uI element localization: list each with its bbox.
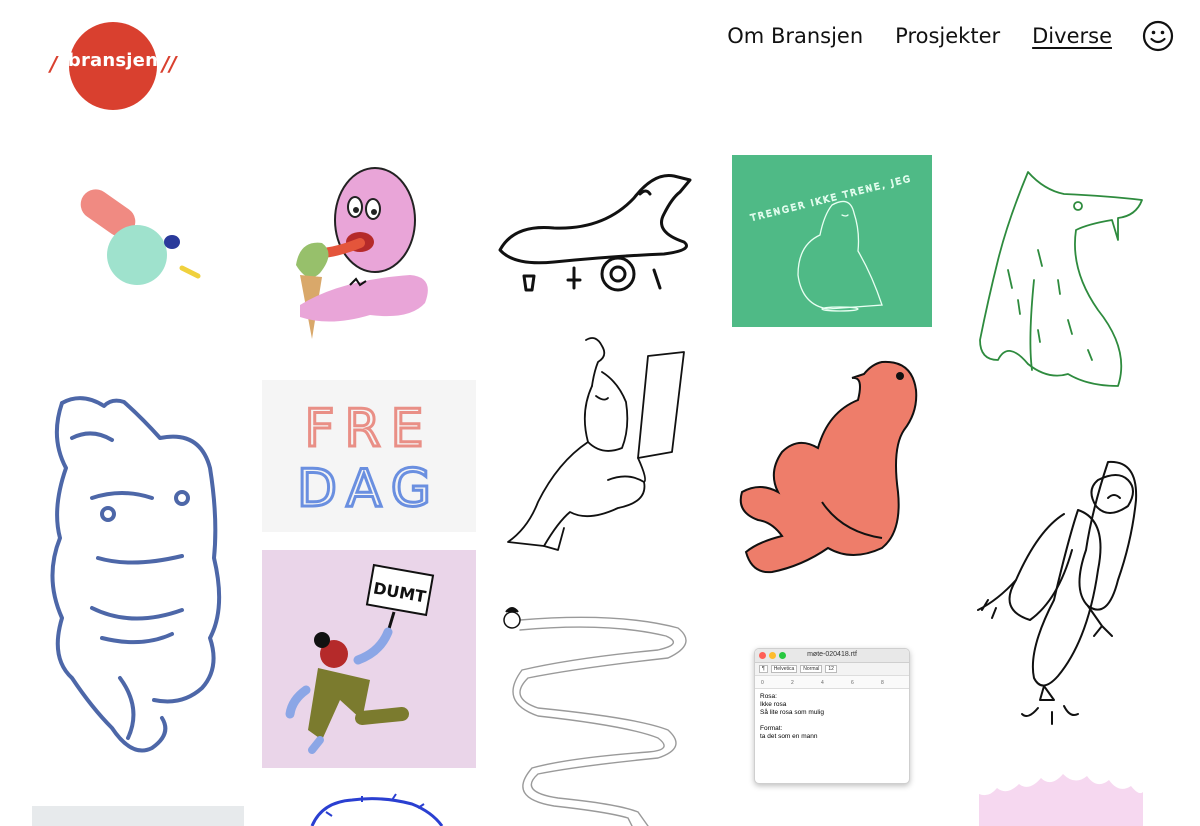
document-line: Format: — [760, 725, 783, 732]
font-size-select[interactable]: 12 — [825, 665, 837, 673]
green-card-illustration: TRENGER IKKE TRENE, JEG — [748, 174, 914, 312]
pink-head-icecream-illustration — [296, 167, 428, 339]
green-creature-sketch — [979, 171, 1143, 387]
logo-text: bransjen — [67, 50, 159, 71]
nav-prosjekter[interactable]: Prosjekter — [895, 24, 1000, 48]
document-line: Rosa: — [760, 693, 777, 700]
gallery-item-seal[interactable] — [494, 158, 708, 308]
pink-blob-shape — [979, 774, 1143, 826]
text-ruler: 0 2 4 6 8 — [755, 676, 909, 689]
document-line: ta det som en mann — [760, 733, 818, 740]
dumt-sign-illustration: DUMT — [285, 563, 435, 754]
document-line: Ikke rosa — [760, 701, 787, 708]
seal-sketch — [498, 173, 692, 292]
window-title: møte-020418.rtf — [807, 651, 857, 658]
gallery-item-grey-card[interactable] — [32, 806, 244, 826]
gallery-item-shapes[interactable] — [48, 160, 238, 320]
gallery-item-salmon-bird[interactable] — [732, 352, 932, 592]
ruler-mark: 2 — [791, 680, 794, 686]
gallery-item-pink-blob[interactable] — [975, 768, 1145, 826]
long-body-sketch — [503, 607, 687, 826]
ruler-mark: 4 — [821, 680, 824, 686]
gallery-item-green-creature[interactable] — [968, 160, 1158, 394]
gallery-item-blue-scribble[interactable] — [262, 790, 476, 826]
ruler-mark: 8 — [881, 680, 884, 686]
document-line: Så lite rosa som mulig — [760, 709, 824, 716]
window-titlebar: møte-020418.rtf — [755, 649, 909, 663]
font-family-select[interactable]: Helvetica — [770, 665, 798, 673]
nav-diverse[interactable]: Diverse — [1032, 24, 1112, 48]
gallery-item-green-card[interactable]: TRENGER IKKE TRENE, JEG — [732, 155, 932, 327]
blue-figure-sketch — [50, 396, 222, 753]
bransjen-logo[interactable]: / bransjen // — [50, 22, 190, 112]
ruler-mark: 6 — [851, 680, 854, 686]
gallery-item-long-figure[interactable] — [498, 598, 703, 826]
nav-om-bransjen[interactable]: Om Bransjen — [727, 24, 863, 48]
document-body[interactable]: Rosa: Ikke rosa Så lite rosa som mulig F… — [755, 689, 909, 745]
rtf-note-window[interactable]: møte-020418.rtf ¶ Helvetica Normal 12 0 … — [754, 648, 910, 784]
blue-scribble — [310, 793, 444, 826]
sausage-figure-sketch — [977, 460, 1138, 725]
font-style-select[interactable]: Normal — [800, 665, 823, 673]
main-nav: Om Bransjen Prosjekter Diverse — [695, 20, 1174, 52]
gallery-item-chair-figure[interactable] — [498, 332, 703, 554]
gallery-item-sausage-figure[interactable] — [968, 450, 1158, 740]
gallery-item-fredag[interactable]: FRE DAG — [262, 380, 476, 532]
format-toolbar: ¶ Helvetica Normal 12 — [755, 663, 909, 676]
gallery-item-blue-figure[interactable] — [32, 378, 244, 778]
gallery-item-pink-head[interactable] — [260, 155, 475, 345]
svg-text:DAG: DAG — [297, 459, 441, 519]
abstract-shapes-illustration — [80, 189, 201, 285]
salmon-bird-figure — [739, 360, 918, 574]
smiley-icon[interactable] — [1142, 20, 1174, 52]
paragraph-style-select[interactable]: ¶ — [759, 665, 768, 673]
ruler-mark: 0 — [761, 680, 764, 686]
svg-text:TRENGER IKKE TRENE, JEG: TRENGER IKKE TRENE, JEG — [749, 174, 913, 224]
gallery-item-dumt[interactable]: DUMT — [262, 550, 476, 768]
fredag-typography: FRE DAG — [295, 398, 441, 521]
svg-text:FRE: FRE — [305, 399, 434, 459]
logo-slash-right: // — [162, 52, 177, 76]
chair-figure-sketch — [507, 337, 685, 551]
